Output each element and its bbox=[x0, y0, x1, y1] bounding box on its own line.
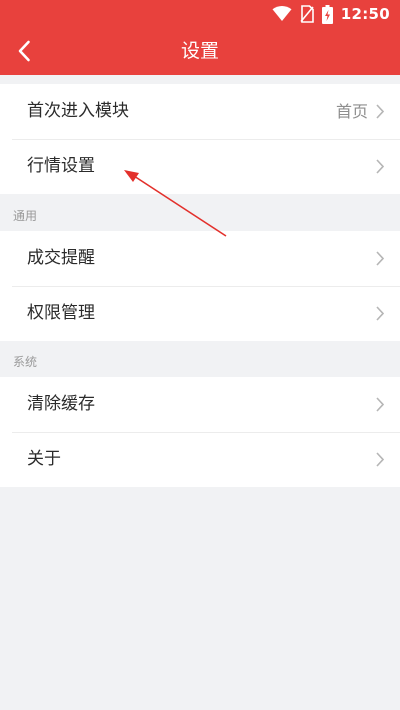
settings-item-market-settings[interactable]: 行情设置 bbox=[0, 139, 400, 194]
chevron-right-icon bbox=[376, 251, 384, 266]
settings-item-value: 首页 bbox=[335, 102, 368, 121]
settings-item-label: 权限管理 bbox=[27, 303, 95, 323]
chevron-right-icon bbox=[376, 104, 384, 119]
settings-item-label: 清除缓存 bbox=[27, 394, 95, 414]
chevron-right-icon bbox=[376, 452, 384, 467]
settings-item-clear-cache[interactable]: 清除缓存 bbox=[0, 377, 400, 432]
status-bar: 12:50 bbox=[0, 0, 400, 28]
battery-charging-icon bbox=[321, 4, 333, 24]
settings-item-label: 行情设置 bbox=[27, 156, 95, 176]
chevron-right-icon bbox=[376, 306, 384, 321]
wifi-icon bbox=[272, 6, 292, 21]
settings-item-label: 首次进入模块 bbox=[27, 101, 129, 121]
status-time: 12:50 bbox=[340, 5, 390, 23]
chevron-left-icon bbox=[18, 40, 30, 62]
settings-group-system: 清除缓存 关于 bbox=[0, 377, 400, 487]
settings-group-general: 成交提醒 权限管理 bbox=[0, 231, 400, 341]
chevron-right-icon bbox=[376, 397, 384, 412]
back-button[interactable] bbox=[6, 32, 42, 70]
section-label-general: 通用 bbox=[13, 209, 38, 223]
nav-bar: 设置 bbox=[0, 28, 400, 75]
status-icons: 12:50 bbox=[272, 3, 390, 25]
chevron-right-icon bbox=[376, 159, 384, 174]
settings-item-label: 成交提醒 bbox=[27, 248, 95, 268]
settings-group-main: 首次进入模块 首页 行情设置 bbox=[0, 84, 400, 194]
section-label-system: 系统 bbox=[13, 355, 38, 369]
page-title: 设置 bbox=[180, 40, 219, 62]
settings-item-label: 关于 bbox=[27, 449, 61, 469]
no-sim-icon bbox=[300, 5, 314, 23]
settings-item-about[interactable]: 关于 bbox=[0, 432, 400, 487]
settings-item-startup-module[interactable]: 首次进入模块 首页 bbox=[0, 84, 400, 139]
app-header: 12:50 设置 bbox=[0, 0, 400, 75]
settings-item-permissions[interactable]: 权限管理 bbox=[0, 286, 400, 341]
settings-item-trade-alerts[interactable]: 成交提醒 bbox=[0, 231, 400, 286]
